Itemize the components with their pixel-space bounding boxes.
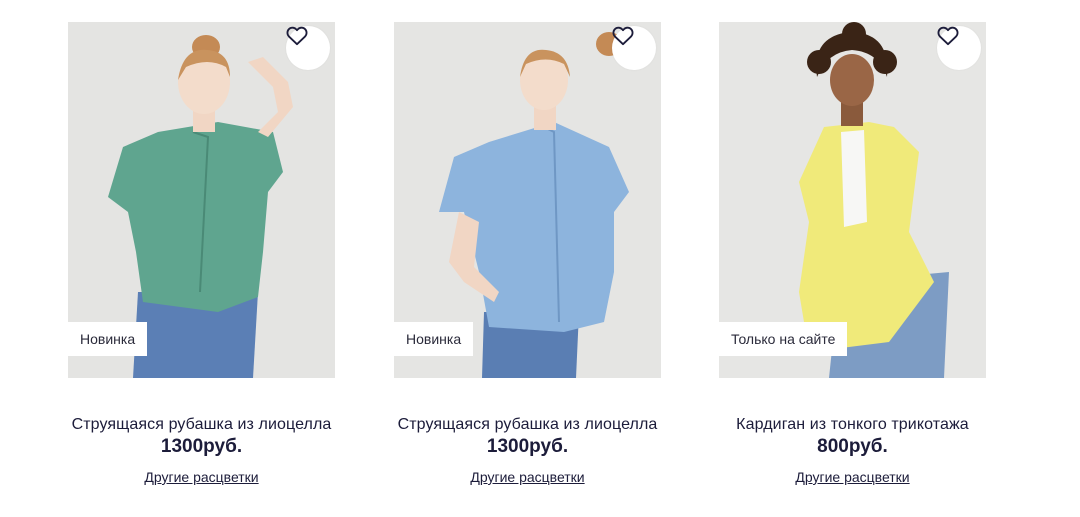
product-price: 800руб. <box>817 436 888 457</box>
product-badge: Только на сайте <box>719 322 848 356</box>
product-card[interactable]: Новинка Струящаяся рубашка из лиоцелла 1… <box>68 22 335 485</box>
product-title[interactable]: Струящаяся рубашка из лиоцелла <box>68 416 335 434</box>
favorite-button[interactable] <box>286 26 330 70</box>
product-image[interactable]: Новинка <box>394 22 661 378</box>
product-badge: Новинка <box>68 322 148 356</box>
other-colors-link[interactable]: Другие расцветки <box>470 469 584 485</box>
product-price: 1300руб. <box>160 436 243 457</box>
other-colors-link[interactable]: Другие расцветки <box>144 469 258 485</box>
product-price: 1300руб. <box>486 436 569 457</box>
product-card[interactable]: Только на сайте Кардиган из тонкого трик… <box>719 22 986 485</box>
product-title[interactable]: Струящаяся рубашка из лиоцелла <box>394 416 661 434</box>
heart-icon <box>937 26 959 46</box>
favorite-button[interactable] <box>612 26 656 70</box>
product-badge: Новинка <box>394 322 474 356</box>
favorite-button[interactable] <box>937 26 981 70</box>
product-title[interactable]: Кардиган из тонкого трикотажа <box>719 416 986 434</box>
product-image[interactable]: Новинка <box>68 22 335 378</box>
other-colors-link[interactable]: Другие расцветки <box>795 469 909 485</box>
heart-icon <box>286 26 308 46</box>
product-image[interactable]: Только на сайте <box>719 22 986 378</box>
heart-icon <box>612 26 634 46</box>
product-card[interactable]: Новинка Струящаяся рубашка из лиоцелла 1… <box>394 22 661 485</box>
